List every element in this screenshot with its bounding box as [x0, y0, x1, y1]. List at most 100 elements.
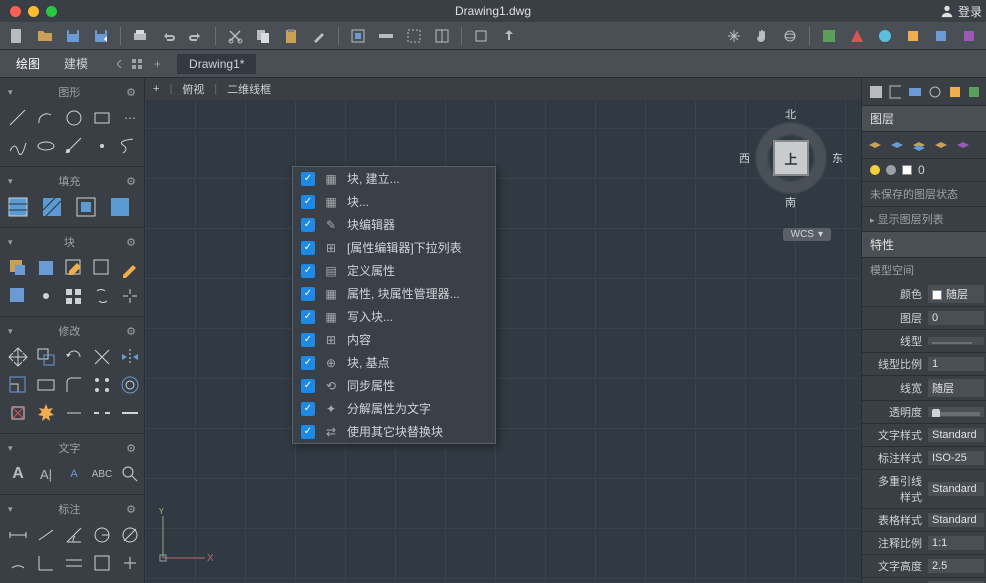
- hand-pan-button[interactable]: [751, 25, 773, 47]
- property-row[interactable]: 打印样式随色: [862, 578, 986, 583]
- panel-icon[interactable]: [966, 84, 980, 100]
- property-value[interactable]: 2.5: [928, 559, 984, 573]
- tool2-button[interactable]: [846, 25, 868, 47]
- paste-button[interactable]: [280, 25, 302, 47]
- redo-button[interactable]: [185, 25, 207, 47]
- rect-tool[interactable]: [90, 106, 114, 130]
- property-value[interactable]: 1:1: [928, 536, 984, 550]
- gear-icon[interactable]: ⚙: [126, 325, 136, 338]
- property-value[interactable]: [928, 337, 984, 345]
- property-value[interactable]: Standard: [928, 482, 984, 496]
- ctx-item-content[interactable]: ✓⊞内容: [293, 328, 495, 351]
- block-create-tool[interactable]: [6, 256, 30, 280]
- drawing-canvas[interactable]: + | 俯视 | 二维线框 ✓▦块, 建立... ✓▦块... ✓✎块编辑器 ✓…: [145, 78, 861, 583]
- block-def-button[interactable]: [347, 25, 369, 47]
- explode-tool[interactable]: [118, 284, 142, 308]
- layer-tool-icon[interactable]: [888, 136, 906, 154]
- dim-diameter-tool[interactable]: [118, 523, 142, 547]
- layers-panel-header[interactable]: 图层: [862, 106, 986, 132]
- layer-freeze-icon[interactable]: [886, 165, 896, 175]
- property-row[interactable]: 线型比例1: [862, 353, 986, 376]
- doc-add-button[interactable]: +: [154, 57, 161, 71]
- break-tool[interactable]: [90, 401, 114, 425]
- save-as-button[interactable]: [90, 25, 112, 47]
- circle-tool[interactable]: [62, 106, 86, 130]
- ctx-item-define-attr[interactable]: ✓▤定义属性: [293, 259, 495, 282]
- current-layer-row[interactable]: 0: [862, 159, 986, 182]
- gear-icon[interactable]: ⚙: [126, 503, 136, 516]
- layout-button[interactable]: [431, 25, 453, 47]
- layer-color-swatch[interactable]: [902, 165, 912, 175]
- dim-arc-tool[interactable]: [6, 551, 30, 575]
- close-window-icon[interactable]: [10, 6, 21, 17]
- property-value[interactable]: Standard: [928, 428, 984, 442]
- stretch-tool[interactable]: [34, 373, 58, 397]
- layer-tool-icon[interactable]: [932, 136, 950, 154]
- property-row[interactable]: 图层0: [862, 307, 986, 330]
- property-row[interactable]: 线宽随层: [862, 376, 986, 401]
- cut-button[interactable]: [224, 25, 246, 47]
- dim-continue-tool[interactable]: [62, 551, 86, 575]
- property-row[interactable]: 文字样式Standard: [862, 424, 986, 447]
- open-file-button[interactable]: [34, 25, 56, 47]
- wblock-tool[interactable]: [6, 284, 30, 308]
- property-row[interactable]: 颜色随层: [862, 282, 986, 307]
- text-tool[interactable]: A|: [34, 462, 58, 486]
- layer-tool-icon[interactable]: [910, 136, 928, 154]
- trim-tool[interactable]: [90, 345, 114, 369]
- erase-tool[interactable]: [6, 401, 30, 425]
- maximize-window-icon[interactable]: [46, 6, 57, 17]
- block-insert-tool[interactable]: [34, 256, 58, 280]
- point-tool[interactable]: [90, 134, 114, 158]
- panel-icon[interactable]: [868, 84, 882, 100]
- dim-aligned-tool[interactable]: [34, 523, 58, 547]
- boundary-tool[interactable]: [74, 195, 98, 219]
- rotate-tool[interactable]: [62, 345, 86, 369]
- dim-angular-tool[interactable]: [62, 523, 86, 547]
- minimize-window-icon[interactable]: [28, 6, 39, 17]
- layer-tool-icon[interactable]: [954, 136, 972, 154]
- arc-tool[interactable]: [34, 106, 58, 130]
- viewcube-south[interactable]: 南: [785, 194, 796, 210]
- ctx-item-block-create[interactable]: ✓▦块, 建立...: [293, 167, 495, 190]
- tab-prev-icon[interactable]: [112, 57, 126, 71]
- ctx-item-explode-attr[interactable]: ✓✦分解属性为文字: [293, 397, 495, 420]
- text-style-tool[interactable]: A: [62, 462, 86, 486]
- orbit-button[interactable]: [779, 25, 801, 47]
- layer-state-label[interactable]: 未保存的图层状态: [862, 182, 986, 207]
- mtext-tool[interactable]: A: [6, 462, 30, 486]
- property-value[interactable]: 随层: [928, 379, 984, 397]
- scale-tool[interactable]: [6, 373, 30, 397]
- viewcube-west[interactable]: 西: [739, 150, 750, 166]
- ctx-item-replace-block[interactable]: ✓⇄使用其它块替换块: [293, 420, 495, 443]
- property-value[interactable]: 1: [928, 357, 984, 371]
- panel-icon[interactable]: [947, 84, 961, 100]
- spline-tool[interactable]: [6, 134, 30, 158]
- dim-ord-tool[interactable]: [34, 551, 58, 575]
- wcs-badge[interactable]: WCS▾: [783, 228, 831, 241]
- property-row[interactable]: 线型: [862, 330, 986, 353]
- panel-icon[interactable]: [907, 84, 921, 100]
- ellipse-tool[interactable]: [34, 134, 58, 158]
- viewcube-north[interactable]: 北: [785, 106, 796, 122]
- ctx-item-attr-editor[interactable]: ✓⊞[属性编辑器]下拉列表: [293, 236, 495, 259]
- gear-icon[interactable]: ⚙: [126, 442, 136, 455]
- tab-model[interactable]: 建模: [54, 52, 98, 75]
- undo-button[interactable]: [157, 25, 179, 47]
- property-row[interactable]: 文字高度2.5: [862, 555, 986, 578]
- offset-tool[interactable]: [118, 373, 142, 397]
- sync-tool[interactable]: [90, 284, 114, 308]
- tab-grid-icon[interactable]: [130, 57, 144, 71]
- property-value[interactable]: [928, 407, 984, 417]
- viewport-style-label[interactable]: 二维线框: [227, 81, 271, 97]
- property-value[interactable]: ISO-25: [928, 451, 984, 465]
- layer-tool-icon[interactable]: [866, 136, 884, 154]
- tool4-button[interactable]: [902, 25, 924, 47]
- save-button[interactable]: [62, 25, 84, 47]
- block-wpencil-tool[interactable]: [118, 256, 142, 280]
- measure-button[interactable]: [375, 25, 397, 47]
- region-tool[interactable]: [108, 195, 132, 219]
- dim-radius-tool[interactable]: [90, 523, 114, 547]
- ctx-item-block[interactable]: ✓▦块...: [293, 190, 495, 213]
- layer-visibility-icon[interactable]: [870, 165, 880, 175]
